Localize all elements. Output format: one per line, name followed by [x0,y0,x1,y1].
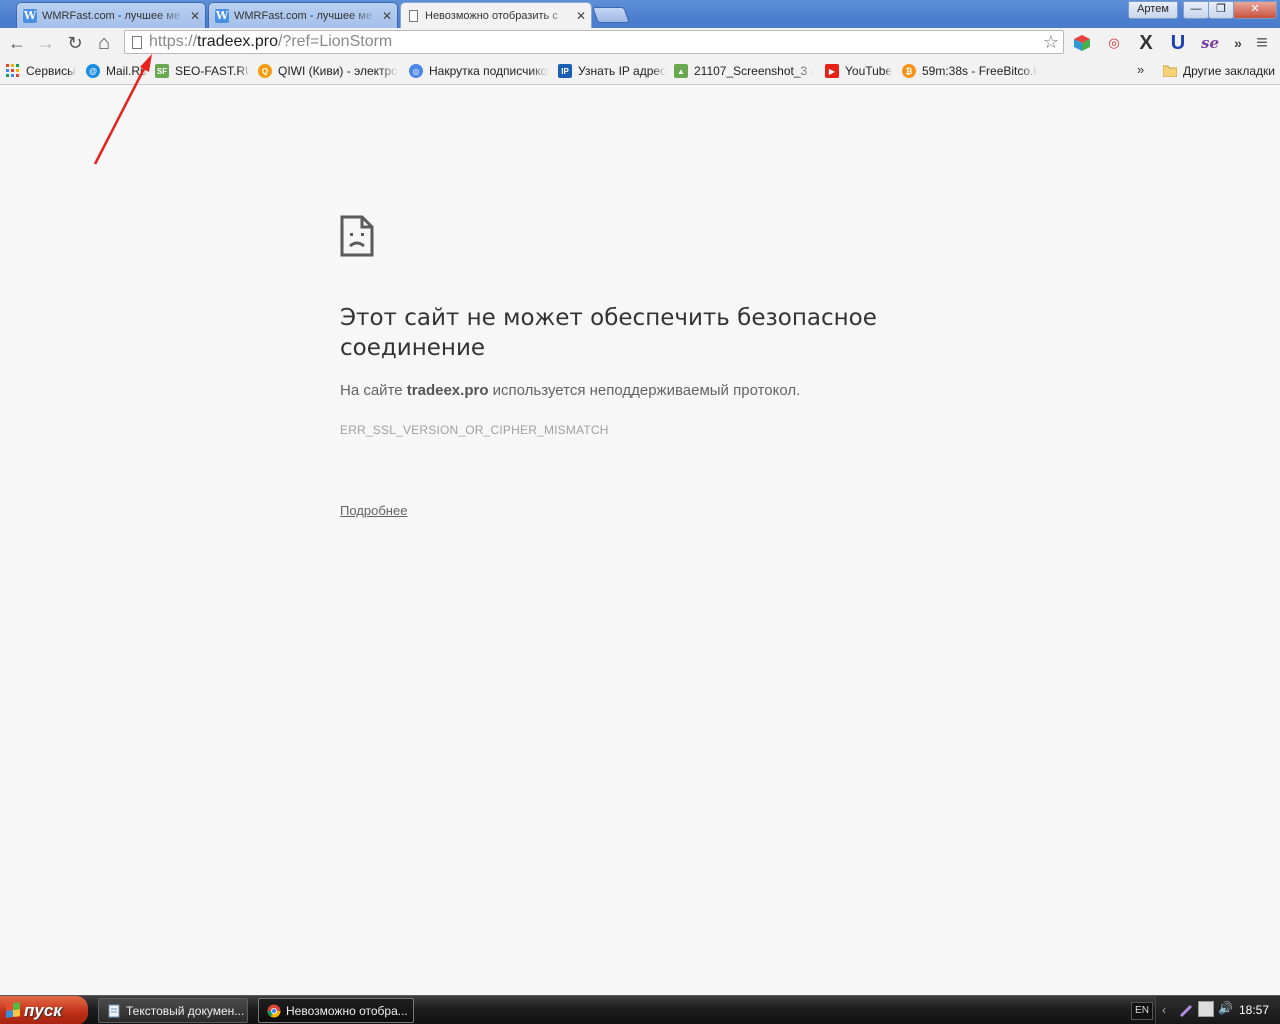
url-scheme: https:// [149,33,198,50]
windows-taskbar: пуск Текстовый докумен... Невозможно ото… [0,995,1280,1024]
window-titlebar: W WMRFast.com - лучшее ме ✕ W WMRFast.co… [0,0,1280,28]
bookmark-label: 21107_Screenshot_3 - [694,64,815,78]
x-extension-icon[interactable]: X [1136,32,1156,54]
swirl-extension-icon[interactable]: ◎ [1104,33,1124,53]
taskbar-item-notepad[interactable]: Текстовый докумен... [98,998,248,1023]
bookmark-label: QIWI (Киви) - электрон [278,64,398,78]
image-icon: ▲ [674,64,688,78]
folder-icon [1163,64,1177,78]
cube-extension-icon[interactable] [1072,33,1092,53]
reload-button[interactable]: ↻ [64,32,86,54]
address-bar[interactable]: https://tradeex.pro/?ref=LionStorm ☆ [124,30,1064,54]
mailru-icon: @ [86,64,100,78]
restore-button[interactable]: ❐ [1208,1,1234,19]
tab-close-icon[interactable]: ✕ [379,9,395,23]
tab-wmrfast-1[interactable]: W WMRFast.com - лучшее ме ✕ [16,2,206,28]
task-label: Текстовый докумен... [126,1003,245,1018]
chrome-icon [267,1004,281,1017]
bookmark-label: Mail.Ru [106,64,147,78]
bookmark-apps[interactable]: Сервисы [6,62,78,80]
tab-title: WMRFast.com - лучшее ме [42,9,180,22]
bookmarks-bar: Сервисы @ Mail.Ru SF SEO-FAST.RU Q QIWI … [0,58,1280,85]
tab-title: Невозможно отобразить с [425,9,558,22]
clock[interactable]: 18:57 [1239,1003,1269,1017]
bookmark-label: 59m:38s - FreeBitco.in - [922,64,1038,78]
taskbar-item-chrome[interactable]: Невозможно отобра... [258,998,414,1023]
error-desc-prefix: На сайте [340,382,407,399]
start-label: пуск [24,1000,62,1020]
qiwi-icon: Q [258,64,272,78]
volume-icon[interactable]: 🔊 [1218,1001,1233,1015]
start-button[interactable]: пуск [0,996,88,1024]
bookmark-star-icon[interactable]: ☆ [1043,31,1059,53]
extensions-overflow-icon[interactable]: » [1228,33,1248,53]
profile-button[interactable]: Артем [1128,1,1178,19]
browser-toolbar: ← → ↻ ⌂ https://tradeex.pro/?ref=LionSto… [0,28,1280,58]
sad-page-icon [340,215,374,262]
tab-error-page[interactable]: Невозможно отобразить с ✕ [400,2,592,28]
youtube-icon: ▶ [825,64,839,78]
bookmark-seofast[interactable]: SF SEO-FAST.RU [155,62,250,80]
w-icon: W [23,8,37,23]
pen-tray-icon[interactable] [1178,1001,1194,1017]
details-link[interactable]: Подробнее [340,503,407,518]
forward-button[interactable]: → [35,32,57,54]
url-path: /?ref=LionStorm [277,33,393,50]
apps-grid-icon [6,64,20,78]
bookmarks-overflow-icon[interactable]: » [1137,62,1144,77]
bookmark-label: YouTube [845,64,893,78]
other-bookmarks-folder[interactable]: Другие закладки [1163,62,1275,80]
tab-title: WMRFast.com - лучшее ме [234,9,372,22]
w-icon: W [215,8,229,23]
tray-expand-icon[interactable]: ‹ [1162,1003,1166,1017]
page-icon [409,9,418,22]
other-bookmarks-label: Другие закладки [1183,64,1275,78]
error-code: ERR_SSL_VERSION_OR_CIPHER_MISMATCH [340,423,609,437]
close-window-button[interactable]: ✕ [1233,1,1277,19]
home-button[interactable]: ⌂ [93,32,115,54]
u-extension-icon[interactable]: U [1168,32,1188,54]
url-text[interactable]: https://tradeex.pro/?ref=LionStorm [149,31,392,53]
menu-icon[interactable]: ≡ [1252,32,1272,54]
bookmark-label: Сервисы [26,64,76,78]
tab-close-icon[interactable]: ✕ [187,9,203,23]
bookmark-qiwi[interactable]: Q QIWI (Киви) - электрон [258,62,398,80]
minimize-button[interactable]: — [1183,1,1209,19]
ip-icon: IP [558,64,572,78]
bookmark-ip[interactable]: IP Узнать IP адрес [558,62,666,80]
error-desc-suffix: используется неподдерживаемый протокол. [488,382,801,399]
spiral-icon: ◎ [409,64,423,78]
error-desc-host: tradeex.pro [406,382,489,399]
bookmark-mailru[interactable]: @ Mail.Ru [86,62,148,80]
windows-logo-icon [6,1002,20,1018]
bookmark-label: Узнать IP адрес [578,64,666,78]
url-host: tradeex.pro [197,33,278,50]
bookmark-freebitcoin[interactable]: ₿ 59m:38s - FreeBitco.in - [902,62,1038,80]
tab-close-icon[interactable]: ✕ [573,9,589,23]
error-description: На сайте tradeex.pro используется неподд… [340,382,800,399]
keyboard-tray-icon[interactable] [1198,1001,1214,1017]
new-tab-button[interactable] [592,7,630,23]
notepad-icon [108,1004,120,1017]
tab-wmrfast-2[interactable]: W WMRFast.com - лучшее ме ✕ [208,2,398,28]
bookmark-youtube[interactable]: ▶ YouTube [825,62,895,80]
page-info-icon[interactable] [132,36,142,49]
bookmark-followers[interactable]: ◎ Накрутка подписчиков [409,62,549,80]
bitcoin-icon: ₿ [902,64,916,78]
error-title: Этот сайт не может обеспечить безопасное… [340,305,877,361]
seofast-icon: SF [155,64,169,78]
error-page: Этот сайт не может обеспечить безопасное… [0,85,1280,995]
task-label: Невозможно отобра... [286,1003,408,1018]
back-button[interactable]: ← [6,32,28,54]
bookmark-screenshot[interactable]: ▲ 21107_Screenshot_3 - [674,62,816,80]
system-tray: ‹ 🔊 18:57 [1155,996,1280,1024]
language-indicator[interactable]: EN [1131,1002,1153,1020]
bookmark-label: Накрутка подписчиков [429,64,549,78]
se-extension-icon[interactable]: se [1200,33,1220,53]
bookmark-label: SEO-FAST.RU [175,64,250,78]
